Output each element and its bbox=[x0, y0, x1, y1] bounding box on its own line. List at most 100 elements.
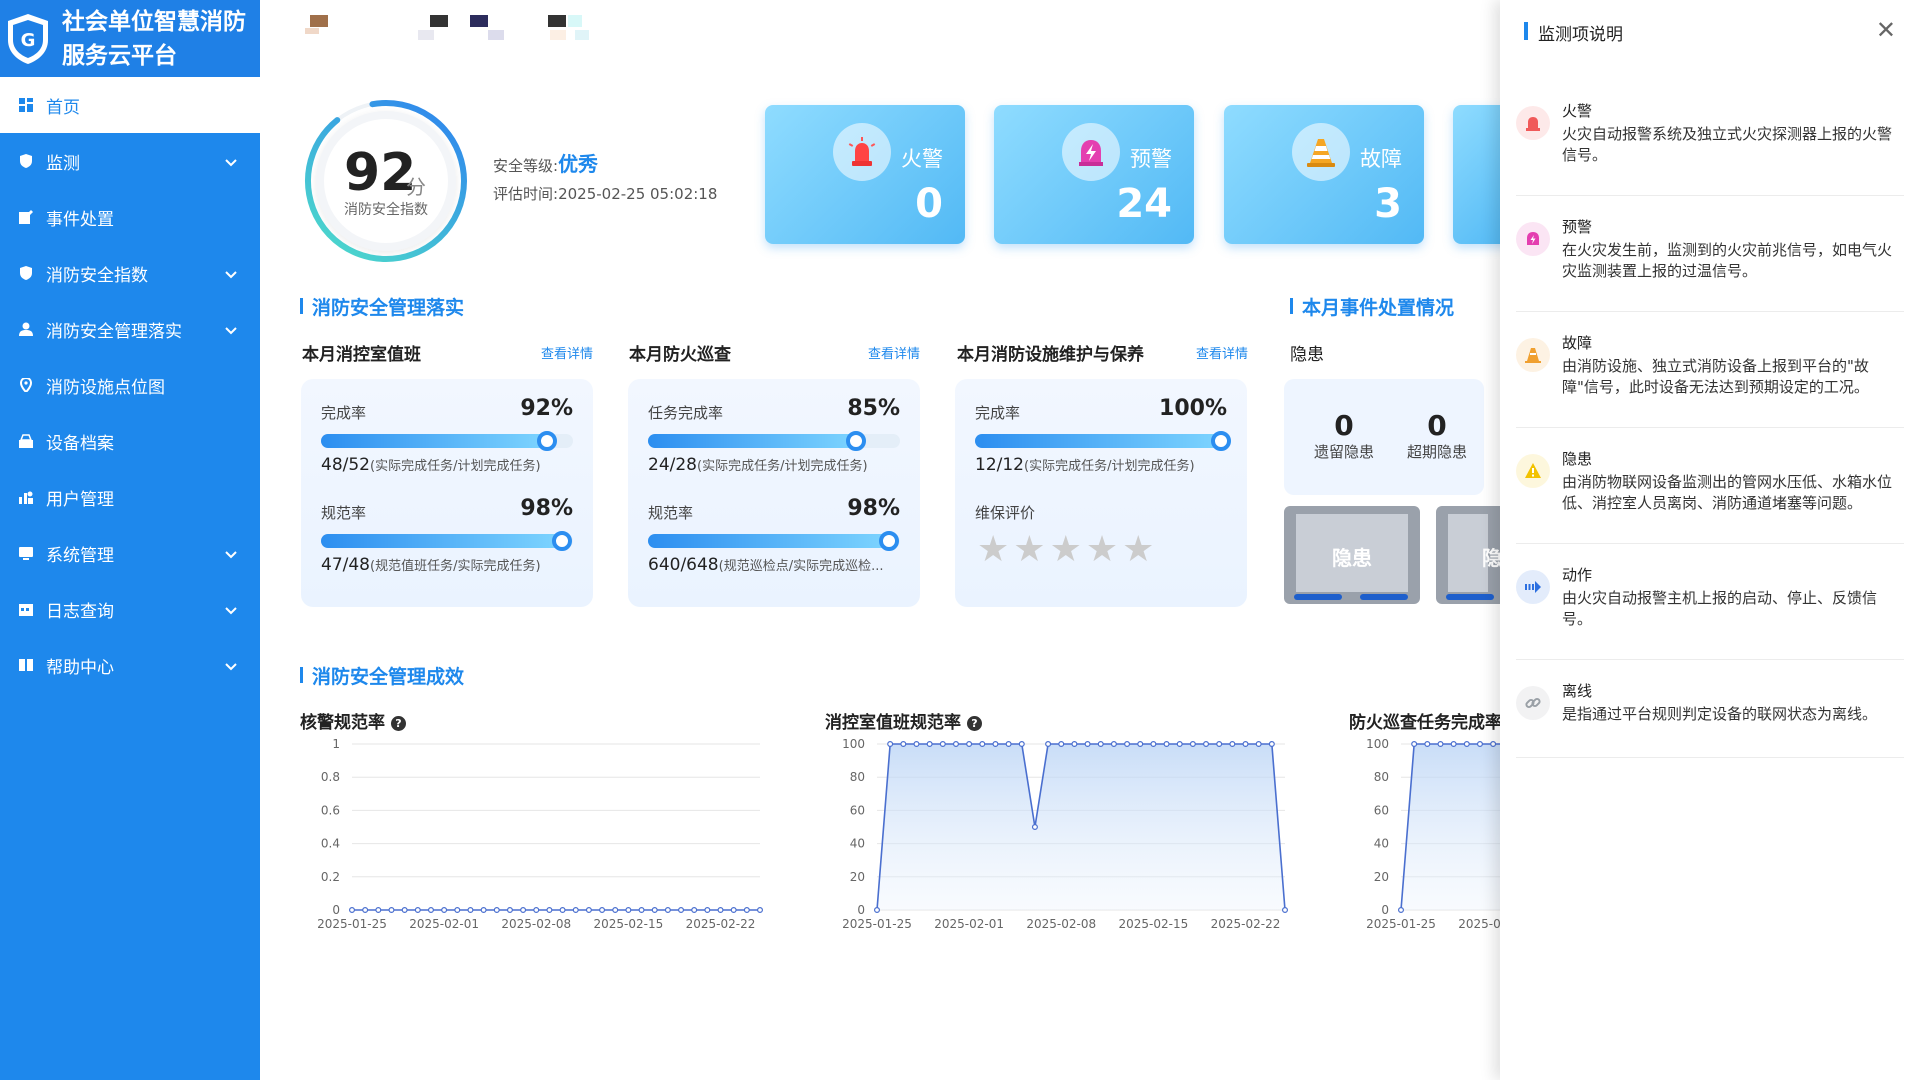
patrol-card: 任务完成率 85% 24/28(实际完成任务/计划完成任务) 规范率 98% 6… bbox=[628, 379, 920, 607]
data-point bbox=[559, 907, 566, 914]
fire-shield-logo-icon: G bbox=[8, 13, 48, 64]
offline-link-icon bbox=[1516, 686, 1550, 720]
data-point bbox=[572, 907, 579, 914]
data-point bbox=[952, 741, 959, 748]
patrol-detail-link[interactable]: 查看详情 bbox=[868, 343, 920, 362]
data-point bbox=[1045, 741, 1052, 748]
duty-rate-count: 48/52(实际完成任务/计划完成任务) bbox=[321, 455, 541, 475]
chevron-down-icon bbox=[224, 657, 238, 677]
data-point bbox=[454, 907, 461, 914]
hazard-thumbnail[interactable]: 隐患 bbox=[1284, 506, 1420, 604]
user-manage-icon bbox=[18, 489, 34, 505]
data-point bbox=[1150, 741, 1157, 748]
data-point bbox=[757, 907, 764, 914]
x-tick-label: 2025-01-25 bbox=[842, 917, 912, 931]
star-icon[interactable]: ★ bbox=[1122, 529, 1158, 570]
data-point bbox=[1137, 741, 1144, 748]
data-point bbox=[743, 907, 750, 914]
drawer-item-desc: 由消防物联网设备监测出的管网水压低、水箱水位低、消控室人员离岗、消防通道堵塞等问… bbox=[1562, 473, 1893, 512]
stat-label-fire: 火警 bbox=[901, 147, 943, 171]
drawer-item: 故障 由消防设施、独立式消防设备上报到平台的"故障"信号，此时设备无法达到预期设定… bbox=[1516, 332, 1904, 428]
sidebar-item-8[interactable]: 系统管理 bbox=[0, 525, 260, 581]
data-point bbox=[1463, 741, 1470, 748]
event-label-overdue: 超期隐患 bbox=[1406, 443, 1467, 461]
book-icon bbox=[18, 657, 34, 673]
data-point bbox=[1437, 741, 1444, 748]
sidebar-item-3[interactable]: 消防安全指数 bbox=[0, 245, 260, 301]
data-point bbox=[520, 907, 527, 914]
chart-duty-norm: 0 20 40 60 80 100 2025-01-25 2025-02-01 2025-02-… bbox=[842, 737, 1289, 931]
hazard-thumbnail-partial[interactable]: 隐 bbox=[1436, 506, 1500, 604]
stat-card-fire[interactable]: 火警 0 bbox=[765, 105, 965, 244]
maintenance-detail-link[interactable]: 查看详情 bbox=[1196, 343, 1248, 362]
stat-card-fault[interactable]: 故障 3 bbox=[1224, 105, 1424, 244]
sidebar-item-0[interactable]: 首页 bbox=[0, 77, 260, 133]
edit-icon bbox=[18, 209, 34, 225]
safety-level-label: 安全等级: bbox=[493, 157, 559, 175]
chevron-down-icon bbox=[224, 601, 238, 621]
patrol-norm-count: 640/648(规范巡检点/实际完成巡检... bbox=[648, 555, 884, 575]
svg-text:G: G bbox=[21, 30, 36, 51]
sidebar-item-1[interactable]: 监测 bbox=[0, 133, 260, 189]
help-icon[interactable]: ? bbox=[391, 716, 406, 731]
app-title-line1: 社会单位智慧消防 bbox=[62, 8, 246, 35]
data-point bbox=[873, 907, 880, 914]
data-point bbox=[730, 907, 737, 914]
sidebar-item-6[interactable]: 设备档案 bbox=[0, 413, 260, 469]
data-point bbox=[887, 741, 894, 748]
event-label-legacy: 遗留隐患 bbox=[1313, 443, 1374, 461]
data-point bbox=[1242, 741, 1249, 748]
drawer-item: 隐患由消防物联网设备监测出的管网水压低、水箱水位低、消控室人员离岗、消防通道堵塞… bbox=[1516, 448, 1904, 544]
safety-score-gauge: 92 分 消防安全指数 bbox=[300, 95, 472, 267]
sidebar-item-label: 系统管理 bbox=[46, 545, 114, 566]
data-point bbox=[979, 741, 986, 748]
sidebar-item-10[interactable]: 帮助中心 bbox=[0, 637, 260, 693]
y-tick-label: 0 bbox=[1381, 903, 1389, 917]
help-icon[interactable]: ? bbox=[967, 716, 982, 731]
star-icon[interactable]: ★ bbox=[1086, 529, 1122, 570]
data-point bbox=[388, 907, 395, 914]
duty-detail-link[interactable]: 查看详情 bbox=[541, 343, 593, 362]
maintenance-title: 本月消防设施维护与保养 bbox=[957, 345, 1144, 365]
y-tick-label: 60 bbox=[1374, 803, 1389, 817]
data-point bbox=[493, 907, 500, 914]
y-tick-label: 0.6 bbox=[321, 803, 340, 817]
drawer-item-desc: 在火灾发生前，监测到的火灾前兆信号，如电气火灾监测装置上报的过温信号。 bbox=[1562, 241, 1893, 280]
drawer-item-name: 隐患 bbox=[1562, 450, 1593, 468]
y-tick-label: 20 bbox=[850, 870, 865, 884]
duty-rate-bar bbox=[321, 431, 573, 451]
drawer-item-name: 动作 bbox=[1562, 566, 1593, 584]
data-point bbox=[717, 907, 724, 914]
data-point bbox=[678, 907, 685, 914]
eval-time-label: 评估时间: bbox=[493, 185, 559, 203]
chevron-down-icon bbox=[224, 545, 238, 565]
x-tick-label: 2025-02-22 bbox=[686, 917, 756, 931]
event-count-legacy: 0 bbox=[1334, 409, 1354, 442]
maintenance-rating-label: 维保评价 bbox=[975, 504, 1036, 522]
person-icon bbox=[18, 321, 34, 337]
data-point bbox=[427, 907, 434, 914]
sidebar-item-9[interactable]: 日志查询 bbox=[0, 581, 260, 637]
star-icon[interactable]: ★ bbox=[1013, 529, 1049, 570]
sidebar-item-4[interactable]: 消防安全管理落实 bbox=[0, 301, 260, 357]
patrol-norm-label: 规范率 bbox=[648, 504, 694, 522]
action-arrow-icon bbox=[1516, 570, 1550, 604]
traffic-cone-icon bbox=[1516, 338, 1550, 372]
star-icon[interactable]: ★ bbox=[1050, 529, 1086, 570]
section-title-effect: 消防安全管理成效 bbox=[300, 662, 464, 689]
star-icon[interactable]: ★ bbox=[977, 529, 1013, 570]
data-point bbox=[1229, 741, 1236, 748]
sidebar-item-7[interactable]: 用户管理 bbox=[0, 469, 260, 525]
sidebar-item-2[interactable]: 事件处置 bbox=[0, 189, 260, 245]
data-point bbox=[546, 907, 553, 914]
sidebar-item-5[interactable]: 消防设施点位图 bbox=[0, 357, 260, 413]
duty-norm-label: 规范率 bbox=[321, 504, 367, 522]
duty-norm-bar bbox=[321, 531, 573, 551]
section-title-events: 本月事件处置情况 bbox=[1290, 293, 1454, 320]
stat-card-warning[interactable]: 预警 24 bbox=[994, 105, 1194, 244]
events-subtitle: 隐患 bbox=[1290, 345, 1324, 365]
rating-stars[interactable]: ★★★★★ bbox=[977, 529, 1158, 570]
stat-value-warning: 24 bbox=[1116, 181, 1172, 227]
data-point bbox=[375, 907, 382, 914]
close-icon[interactable]: ✕ bbox=[1876, 16, 1896, 44]
